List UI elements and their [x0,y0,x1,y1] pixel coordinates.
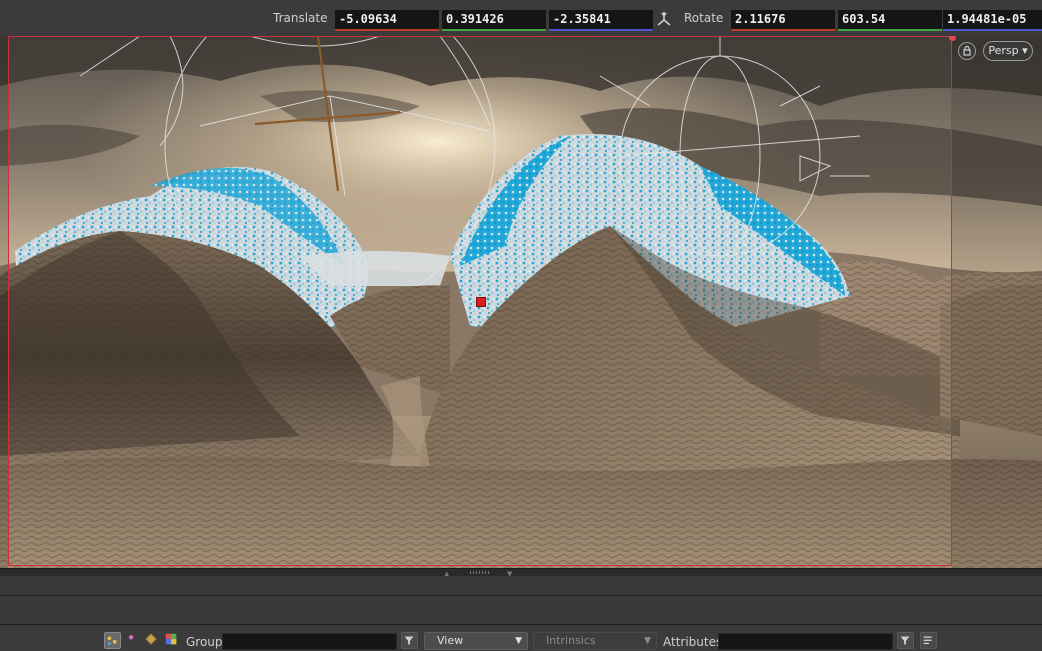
filter-icon [900,636,910,645]
pane-divider [0,596,1042,625]
status-bar [0,576,1042,596]
rotate-label: Rotate [684,11,724,25]
rotate-z-field[interactable]: 1.94481e-05 [943,10,1042,31]
primitives-icon[interactable] [144,632,161,649]
rotate-x-field[interactable]: 2.11676 [731,10,835,31]
transform-toolbar: Translate -5.09634 0.391426 -2.35841 Rot… [0,0,1042,37]
points-icon[interactable] [104,632,121,649]
detail-icon[interactable] [164,632,181,649]
intrinsics-menu[interactable]: Intrinsics ▼ [533,632,657,650]
group-field[interactable] [222,633,397,650]
transform-handle-icon[interactable] [655,10,673,28]
vertices-icon[interactable] [124,632,141,649]
chevron-down-icon: ▼ [515,636,522,646]
attributes-field[interactable] [718,633,893,650]
view-menu[interactable]: View ▼ [424,632,528,650]
options-menu-button[interactable] [920,632,937,649]
chevron-down-icon: ▼ [644,636,651,646]
scene-viewport[interactable]: Persp ▾ [0,36,1042,568]
translate-z-field[interactable]: -2.35841 [549,10,653,31]
lock-icon [963,45,971,56]
intrinsics-menu-label: Intrinsics [546,634,596,647]
translate-x-field[interactable]: -5.09634 [335,10,439,31]
attributes-filter-button[interactable] [897,632,914,649]
attributes-label: Attributes: [663,635,727,649]
chevron-down-icon: ▾ [1022,44,1028,57]
translate-y-field[interactable]: 0.391426 [442,10,546,31]
spreadsheet-toolbar: Group: View ▼ Intrinsics ▼ Attributes: [0,625,1042,650]
filter-icon [404,636,414,645]
splitter-grip[interactable] [470,571,490,574]
rotate-y-field[interactable]: 603.54 [838,10,942,31]
translate-label: Translate [273,11,328,25]
object-handle-marker[interactable] [476,297,486,307]
group-filter-button[interactable] [401,632,418,649]
view-menu-label: View [437,634,464,647]
menu-icon [923,636,932,645]
group-label: Group: [186,635,227,649]
camera-lock-button[interactable] [958,42,976,60]
rendered-scene [0,36,1042,568]
camera-menu-label: Persp [988,44,1019,57]
camera-menu-button[interactable]: Persp ▾ [983,41,1033,61]
